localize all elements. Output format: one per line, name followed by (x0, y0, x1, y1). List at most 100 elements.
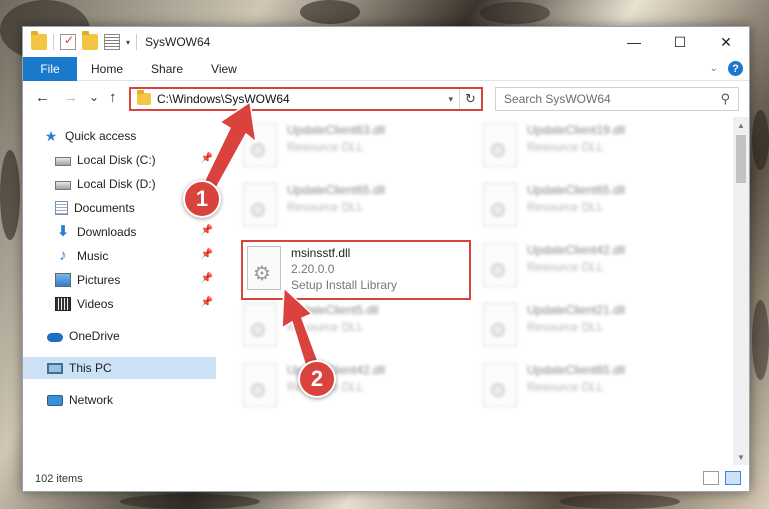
sidebar-item-label: Local Disk (D:) (77, 177, 156, 191)
sidebar-item-label: Network (69, 393, 114, 407)
file-name: UpdateClient63.dll (287, 123, 386, 137)
sidebar-item-local-disk-c[interactable]: Local Disk (C:) 📌 (55, 149, 213, 171)
sidebar-item-label: This PC (69, 361, 112, 375)
file-description: Resource DLL (527, 140, 604, 154)
sidebar-item-downloads[interactable]: ⬇ Downloads 📌 (55, 221, 213, 243)
sidebar-item-label: Music (77, 249, 109, 263)
file-description: Resource DLL (527, 200, 604, 214)
music-icon: ♪ (59, 247, 67, 264)
view-icon[interactable] (104, 34, 120, 50)
sidebar-item-label: Pictures (77, 273, 121, 287)
sidebar-item-label: Videos (77, 297, 114, 311)
folder-icon (137, 90, 151, 105)
sidebar-item-quick-access[interactable]: ★ Quick access (43, 125, 213, 147)
file-tile[interactable]: UpdateClient21.dll Resource DLL (483, 303, 713, 359)
file-description: Resource DLL (527, 320, 604, 334)
network-icon (47, 394, 63, 406)
file-description: Resource DLL (287, 140, 364, 154)
title-bar: ▾ SysWOW64 — ☐ ✕ (23, 27, 749, 57)
onedrive-icon (47, 333, 63, 342)
dll-file-icon (243, 183, 277, 227)
drive-icon (55, 157, 71, 166)
sidebar-item-network[interactable]: Network (47, 389, 213, 411)
file-tile[interactable]: UpdateClient65.dll Resource DLL (243, 183, 473, 239)
file-name: UpdateClient65.dll (527, 363, 626, 377)
file-tile[interactable]: UpdateClient65.dll Resource DLL (483, 183, 713, 239)
search-box[interactable]: Search SysWOW64 ⚲ (495, 87, 739, 111)
scroll-thumb[interactable] (736, 135, 746, 183)
file-tile[interactable]: UpdateClient19.dll Resource DLL (483, 123, 713, 179)
file-description: Resource DLL (287, 320, 364, 334)
chevron-down-icon[interactable]: ▾ (442, 94, 459, 105)
file-name: msinsstf.dll (291, 246, 351, 260)
sidebar-item-label: Downloads (77, 225, 137, 239)
scroll-up-icon[interactable]: ▲ (733, 117, 749, 133)
step-1-badge: 1 (183, 180, 221, 218)
address-bar[interactable]: C:\Windows\SysWOW64 ▾ ↻ (129, 87, 483, 111)
search-input[interactable]: Search SysWOW64 (504, 92, 720, 106)
file-tile[interactable]: UpdateClient42.dll Resource DLL (483, 243, 713, 299)
pin-icon: 📌 (200, 297, 213, 308)
file-description: Resource DLL (287, 200, 364, 214)
item-count: 102 items (35, 473, 83, 485)
file-tile[interactable]: UpdateClient42.dll Resource DLL (243, 363, 473, 419)
back-button[interactable]: ← (35, 89, 50, 106)
maximize-button[interactable]: ☐ (657, 27, 703, 57)
sidebar-item-music[interactable]: ♪ Music 📌 (55, 245, 213, 267)
recent-locations-button[interactable]: ⌄ (89, 90, 99, 104)
pin-icon: 📌 (200, 273, 213, 284)
forward-button[interactable]: → (63, 89, 78, 106)
sidebar-item-videos[interactable]: Videos 📌 (55, 293, 213, 315)
sidebar-item-pictures[interactable]: Pictures 📌 (55, 269, 213, 291)
sidebar-item-onedrive[interactable]: OneDrive (47, 325, 213, 347)
divider (136, 34, 138, 50)
sidebar-item-label: Quick access (65, 129, 137, 143)
file-description: Setup Install Library (291, 278, 398, 292)
dll-file-icon (243, 123, 277, 167)
tab-file[interactable]: File (23, 56, 77, 81)
dll-file-icon (483, 183, 517, 227)
navigation-bar: ← → ⌄ ↑ C:\Windows\SysWOW64 ▾ ↻ Search S… (23, 85, 749, 113)
downloads-icon: ⬇ (56, 223, 70, 240)
file-tile-msinsstf[interactable]: msinsstf.dll 2.20.0.0 Setup Install Libr… (241, 240, 471, 300)
sidebar-item-label: OneDrive (69, 329, 120, 343)
file-explorer-window: ▾ SysWOW64 — ☐ ✕ File Home Share View ⌄ … (22, 26, 750, 492)
details-view-icon[interactable] (703, 471, 719, 485)
view-toggles (703, 471, 741, 485)
pin-icon: 📌 (200, 153, 213, 164)
sidebar-item-this-pc[interactable]: This PC (23, 357, 216, 379)
close-button[interactable]: ✕ (703, 27, 749, 57)
divider (53, 34, 54, 50)
folder-icon (31, 31, 47, 50)
dll-file-icon (247, 246, 281, 290)
refresh-button[interactable]: ↻ (459, 89, 481, 109)
pin-icon: 📌 (200, 249, 213, 260)
toolbar-dropdown-icon[interactable]: ▾ (126, 38, 130, 47)
file-name: UpdateClient21.dll (527, 303, 626, 317)
tab-view[interactable]: View (197, 57, 251, 81)
large-icons-view-icon[interactable] (725, 471, 741, 485)
dll-file-icon (243, 363, 277, 407)
dll-file-icon (243, 303, 277, 347)
search-icon[interactable]: ⚲ (720, 91, 738, 107)
scroll-down-icon[interactable]: ▼ (733, 449, 749, 465)
file-tile[interactable]: UpdateClient5.dll Resource DLL (243, 303, 473, 359)
tab-share[interactable]: Share (137, 57, 197, 81)
dll-file-icon (483, 243, 517, 287)
ribbon-tabs: File Home Share View ⌄ ? (23, 56, 749, 81)
file-tile[interactable]: UpdateClient63.dll Resource DLL (243, 123, 473, 179)
address-path[interactable]: C:\Windows\SysWOW64 (157, 92, 442, 106)
help-icon[interactable]: ? (728, 61, 743, 76)
window-controls: — ☐ ✕ (611, 27, 749, 57)
file-tile[interactable]: UpdateClient65.dll Resource DLL (483, 363, 713, 419)
minimize-button[interactable]: — (611, 27, 657, 57)
properties-icon[interactable] (60, 33, 76, 50)
new-folder-icon[interactable] (82, 31, 98, 50)
sidebar-item-label: Documents (74, 201, 135, 215)
up-button[interactable]: ↑ (109, 89, 117, 106)
expand-ribbon-icon[interactable]: ⌄ (710, 63, 718, 74)
window-title: SysWOW64 (145, 35, 211, 49)
navigation-pane: ★ Quick access Local Disk (C:) 📌 Local D… (23, 121, 216, 465)
vertical-scrollbar[interactable]: ▲ ▼ (733, 117, 749, 465)
tab-home[interactable]: Home (77, 57, 137, 81)
